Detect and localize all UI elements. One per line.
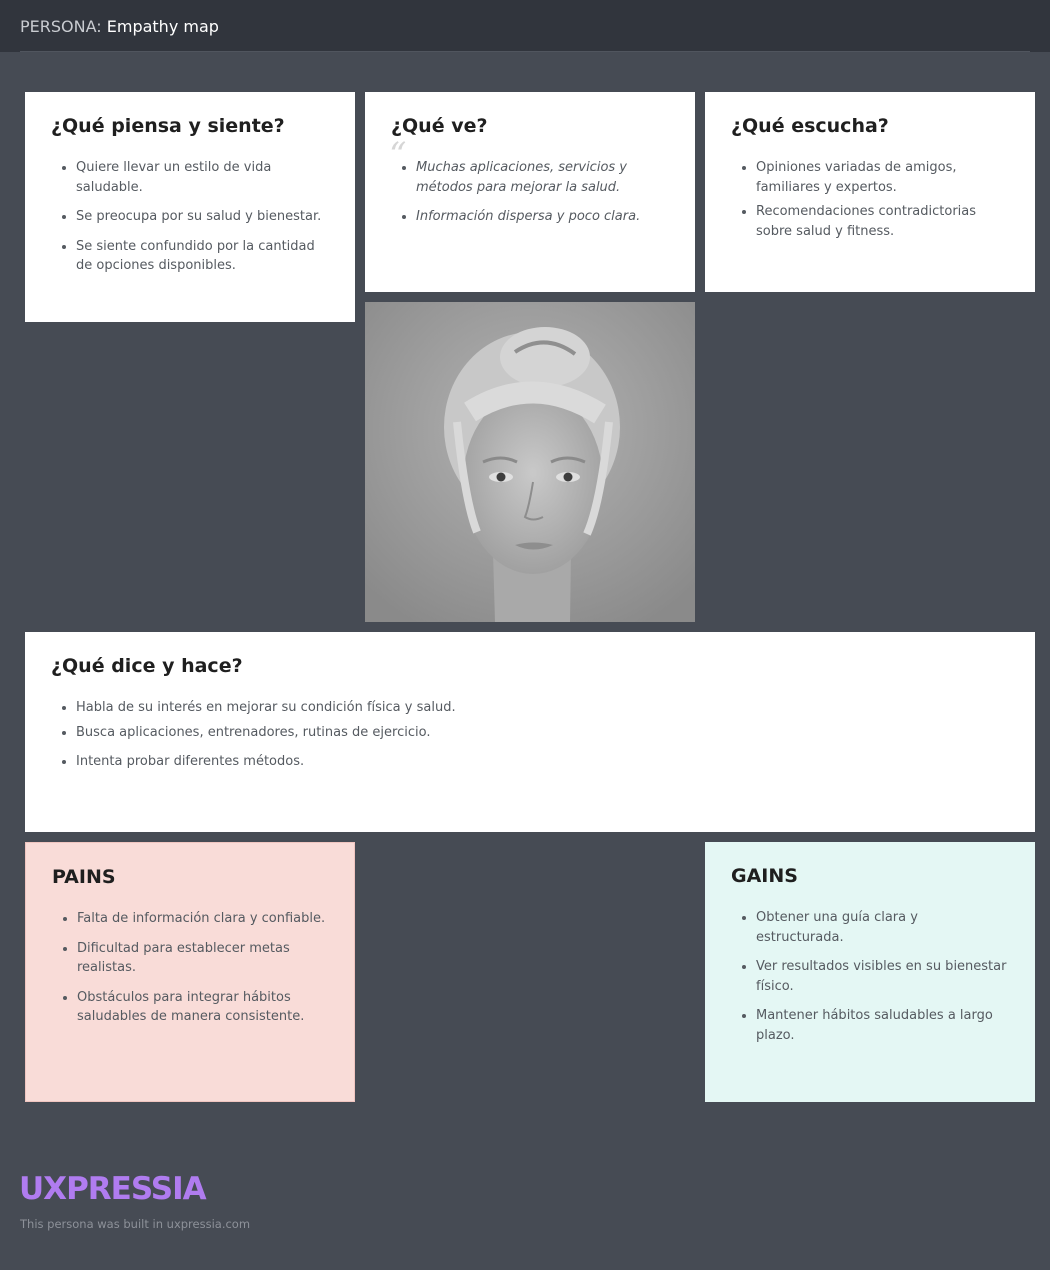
persona-photo xyxy=(365,302,695,622)
see-list: Muchas aplicaciones, servicios y métodos… xyxy=(391,158,669,227)
think-feel-list: Quiere llevar un estilo de vida saludabl… xyxy=(51,158,329,276)
pains-list: Falta de información clara y confiable. … xyxy=(52,909,328,1027)
header-divider xyxy=(20,51,1030,52)
footer-note: This persona was built in uxpressia.com xyxy=(20,1217,251,1231)
gains-title: GAINS xyxy=(731,865,798,887)
list-item: Obtener una guía clara y estructurada. xyxy=(756,908,1009,947)
list-item: Obstáculos para integrar hábitos saludab… xyxy=(77,988,328,1027)
hear-list: Opiniones variadas de amigos, familiares… xyxy=(731,158,1009,241)
see-card[interactable]: ¿Qué ve? “ Muchas aplicaciones, servicio… xyxy=(365,92,695,370)
persona-portrait-image xyxy=(365,302,695,622)
think-feel-card[interactable]: ¿Qué piensa y siente? Quiere llevar un e… xyxy=(25,92,355,322)
quote-open-icon: “ xyxy=(389,135,407,175)
say-do-card[interactable]: ¿Qué dice y hace? Habla de su interés en… xyxy=(25,632,1035,832)
list-item: Quiere llevar un estilo de vida saludabl… xyxy=(76,158,329,197)
list-item: Se preocupa por su salud y bienestar. xyxy=(76,207,329,227)
list-item: Muchas aplicaciones, servicios y métodos… xyxy=(416,158,669,197)
page-title-prefix: PERSONA: xyxy=(20,17,102,36)
list-item: Habla de su interés en mejorar su condic… xyxy=(76,698,1009,718)
list-item: Busca aplicaciones, entrenadores, rutina… xyxy=(76,723,1009,743)
hear-card[interactable]: ¿Qué escucha? Opiniones variadas de amig… xyxy=(705,92,1035,292)
gains-card[interactable]: GAINS Obtener una guía clara y estructur… xyxy=(705,842,1035,1102)
list-item: Se siente confundido por la cantidad de … xyxy=(76,237,329,276)
list-item: Ver resultados visibles en su bienestar … xyxy=(756,957,1009,996)
list-item: Opiniones variadas de amigos, familiares… xyxy=(756,158,1009,197)
list-item: Intenta probar diferentes métodos. xyxy=(76,752,1009,772)
page-title-text: Empathy map xyxy=(106,17,219,36)
see-title: ¿Qué ve? xyxy=(391,115,488,137)
page-title: PERSONA: Empathy map xyxy=(20,17,219,36)
list-item: Información dispersa y poco clara. xyxy=(416,207,669,227)
pains-card[interactable]: PAINS Falta de información clara y confi… xyxy=(25,842,355,1102)
think-feel-title: ¿Qué piensa y siente? xyxy=(51,115,285,137)
hear-title: ¿Qué escucha? xyxy=(731,115,889,137)
list-item: Falta de información clara y confiable. xyxy=(77,909,328,929)
list-item: Mantener hábitos saludables a largo plaz… xyxy=(756,1006,1009,1045)
list-item: Recomendaciones contradictorias sobre sa… xyxy=(756,202,1009,241)
list-item: Dificultad para establecer metas realist… xyxy=(77,939,328,978)
say-do-title: ¿Qué dice y hace? xyxy=(51,655,243,677)
header-bar: PERSONA: Empathy map xyxy=(0,0,1050,52)
gains-list: Obtener una guía clara y estructurada. V… xyxy=(731,908,1009,1045)
pains-title: PAINS xyxy=(52,866,116,888)
uxpressia-logo[interactable]: UXPRESSIA xyxy=(19,1172,207,1206)
say-do-list: Habla de su interés en mejorar su condic… xyxy=(51,698,1009,772)
